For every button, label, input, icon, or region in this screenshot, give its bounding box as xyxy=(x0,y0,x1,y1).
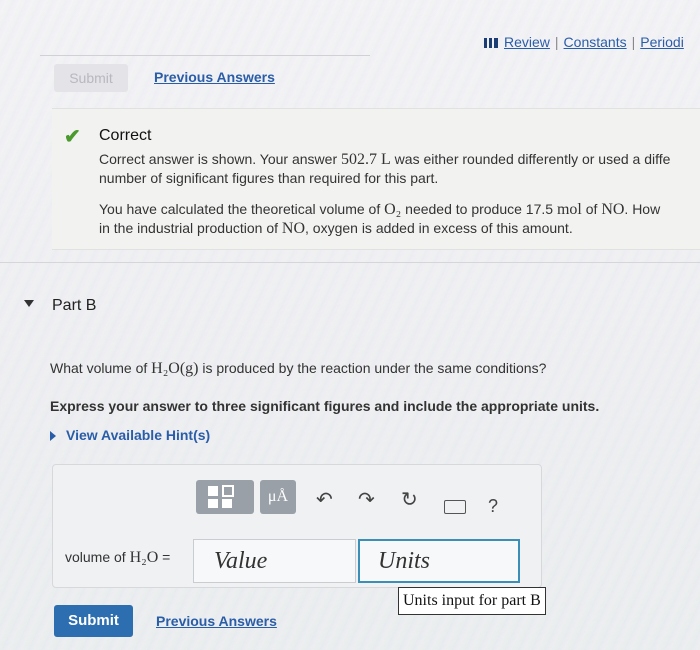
undo-icon[interactable]: ↶ xyxy=(316,487,333,512)
review-link[interactable]: Review xyxy=(504,34,550,50)
feedback-title: Correct xyxy=(99,127,152,144)
answer-label: volume of H₂O = xyxy=(65,549,171,566)
expand-triangle-icon xyxy=(50,431,56,442)
checkmark-icon: ✔ xyxy=(64,126,81,148)
top-links: Review | Constants | Periodi xyxy=(484,34,684,50)
units-tooltip: Units input for part B xyxy=(398,587,546,615)
redo-icon[interactable]: ↷ xyxy=(358,487,375,512)
keyboard-icon[interactable] xyxy=(444,500,466,514)
question-text: What volume of H₂O(g) is produced by the… xyxy=(50,360,547,377)
feedback-line-2: number of significant figures than requi… xyxy=(99,170,439,186)
feedback-line-3: You have calculated the theoretical volu… xyxy=(99,201,661,218)
previous-answers-link[interactable]: Previous Answers xyxy=(154,69,275,85)
view-hints-link[interactable]: View Available Hint(s) xyxy=(50,427,210,443)
submit-button[interactable]: Submit xyxy=(54,605,133,637)
part-b-title: Part B xyxy=(52,297,97,314)
templates-button[interactable] xyxy=(196,480,254,514)
value-input[interactable]: Value xyxy=(193,539,356,583)
collapse-caret-icon[interactable] xyxy=(24,300,34,307)
book-icon xyxy=(484,38,498,49)
help-icon[interactable]: ? xyxy=(488,496,498,517)
constants-link[interactable]: Constants xyxy=(564,34,627,50)
reset-icon[interactable]: ↻ xyxy=(401,487,418,512)
instruction-text: Express your answer to three significant… xyxy=(50,398,600,414)
previous-answers-link-bottom[interactable]: Previous Answers xyxy=(156,613,277,629)
submit-button-disabled[interactable]: Submit xyxy=(54,64,128,92)
periodic-table-link[interactable]: Periodi xyxy=(640,34,684,50)
feedback-line-4: in the industrial production of NO, oxyg… xyxy=(99,220,573,237)
feedback-line-1: Correct answer is shown. Your answer 502… xyxy=(99,151,671,168)
units-button[interactable]: μÅ xyxy=(260,480,296,514)
units-input[interactable]: Units xyxy=(358,539,520,583)
divider xyxy=(40,55,370,56)
section-divider xyxy=(0,262,700,263)
